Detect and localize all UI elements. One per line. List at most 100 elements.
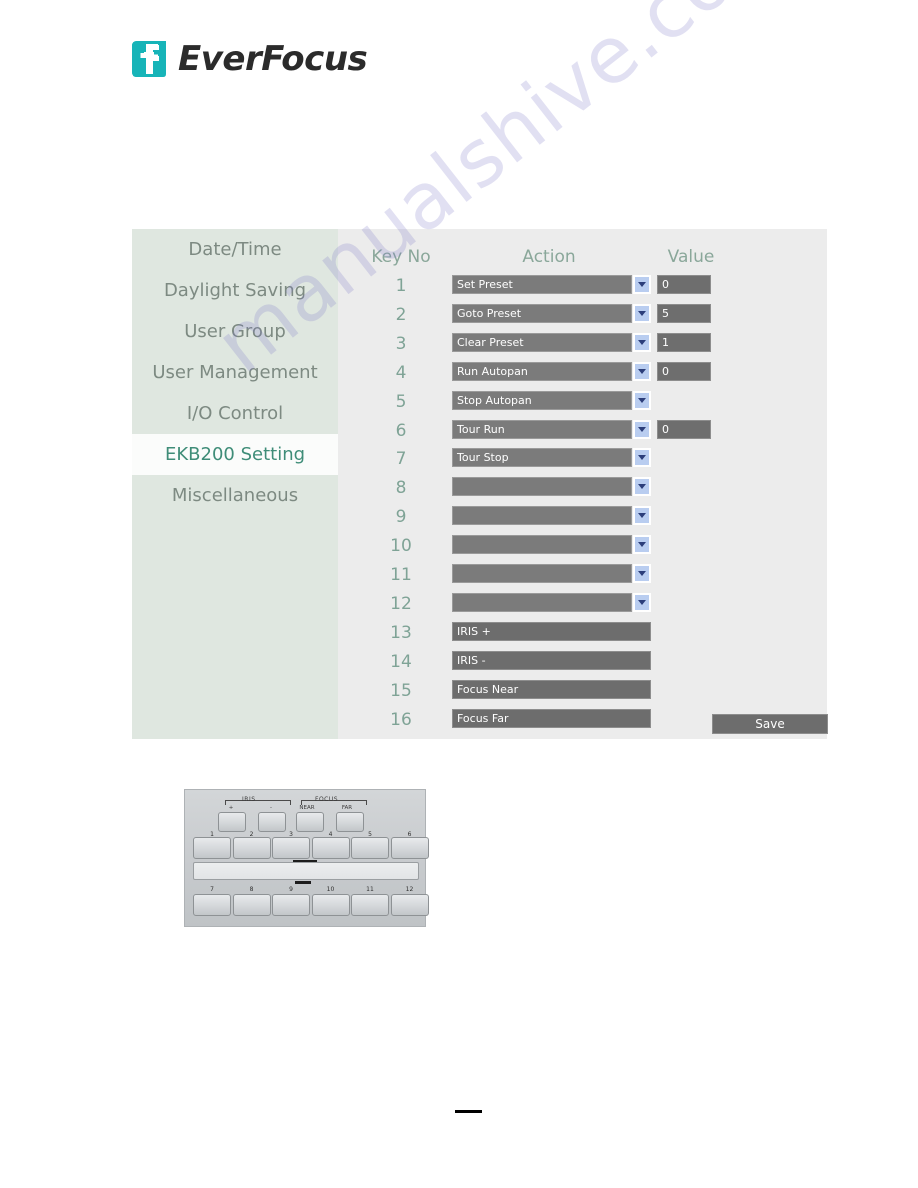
sidebar-item-date-time[interactable]: Date/Time	[132, 229, 338, 270]
action-select[interactable]	[452, 477, 632, 497]
table-row: 4 Run Autopan 0	[338, 361, 827, 391]
keypad-key-button[interactable]	[272, 837, 310, 859]
action-fixed-field: Focus Near	[452, 679, 651, 699]
key-number: 11	[390, 565, 412, 585]
key-number: 15	[390, 680, 412, 701]
everfocus-logo-icon	[128, 38, 170, 80]
keypad-key-label: 7	[210, 886, 214, 893]
action-select[interactable]	[452, 564, 632, 583]
sidebar-item-io-control[interactable]: I/O Control	[132, 393, 338, 434]
key-number: 9	[395, 507, 407, 528]
key-number: 1	[395, 276, 407, 296]
key-number: 12	[390, 593, 412, 614]
chevron-down-icon[interactable]	[633, 332, 651, 352]
key-number: 16	[390, 709, 412, 730]
action-select[interactable]: Set Preset	[452, 275, 632, 294]
keypad-joystick-bar[interactable]	[193, 862, 419, 880]
table-row: 5 Stop Autopan	[338, 390, 827, 420]
chevron-down-icon[interactable]	[633, 564, 651, 583]
table-row: 12	[338, 592, 827, 622]
keypad-key-label: 9	[289, 886, 293, 893]
keypad-key-label: 11	[366, 886, 374, 893]
keypad-key-button[interactable]	[232, 837, 271, 859]
brand-name: EverFocus	[178, 39, 368, 79]
sidebar-item-ekb200-setting[interactable]: EKB200 Setting	[132, 434, 338, 475]
table-row: 13 IRIS +	[338, 621, 827, 651]
chevron-down-icon[interactable]	[633, 275, 651, 294]
everfocus-logo: EverFocus	[128, 38, 368, 80]
keypad-key-button[interactable]	[193, 894, 231, 916]
focus-far-button[interactable]	[336, 812, 364, 832]
keypad-key-label: 8	[249, 886, 254, 893]
column-header-value: Value	[667, 247, 715, 267]
key-number: 2	[395, 304, 407, 325]
value-input[interactable]: 0	[657, 419, 711, 439]
chevron-down-icon[interactable]	[633, 592, 651, 612]
key-number: 13	[390, 622, 412, 643]
chevron-down-icon[interactable]	[633, 303, 651, 323]
keypad-key-label: 12	[405, 886, 414, 893]
chevron-down-icon[interactable]	[633, 477, 651, 497]
chevron-down-icon[interactable]	[633, 361, 651, 381]
iris-plus-button[interactable]	[218, 812, 246, 832]
ekb200-settings-panel: Date/Time Daylight Saving User Group Use…	[132, 229, 828, 739]
footer-rule	[455, 1110, 482, 1113]
focus-near-button[interactable]	[296, 812, 324, 832]
chevron-down-icon[interactable]	[633, 448, 651, 468]
value-input[interactable]: 0	[657, 275, 711, 294]
action-select[interactable]: Clear Preset	[452, 332, 632, 352]
action-select[interactable]	[452, 535, 632, 555]
action-select[interactable]: Goto Preset	[452, 303, 632, 323]
action-fixed-field: IRIS +	[452, 621, 651, 641]
column-header-key-no: Key No	[371, 247, 431, 267]
value-input[interactable]: 5	[657, 303, 711, 323]
chevron-down-icon[interactable]	[633, 506, 651, 526]
chevron-down-icon[interactable]	[633, 535, 651, 555]
action-select[interactable]	[452, 506, 632, 526]
sidebar-item-daylight-saving[interactable]: Daylight Saving	[132, 270, 338, 311]
keypad-bar-notch-bottom	[295, 881, 311, 884]
action-fixed-field: IRIS -	[452, 650, 651, 670]
iris-minus-label: -	[270, 805, 272, 811]
keypad-key-button[interactable]	[390, 837, 429, 859]
action-select[interactable]	[452, 592, 632, 612]
save-button[interactable]: Save	[712, 714, 828, 734]
chevron-down-icon[interactable]	[633, 390, 651, 410]
iris-minus-button[interactable]	[258, 812, 286, 832]
key-number: 7	[395, 449, 407, 470]
table-row: 3 Clear Preset 1	[338, 332, 827, 362]
keypad-key-button[interactable]	[311, 894, 350, 916]
keypad-key-button[interactable]	[193, 837, 231, 859]
table-row: 15 Focus Near	[338, 679, 827, 709]
ekb200-keypad-photo: IRIS + - FOCUS NEAR FAR 123456 7 8 9 10 11 12	[184, 789, 429, 927]
action-select[interactable]: Stop Autopan	[452, 390, 632, 410]
key-number: 4	[395, 362, 407, 383]
table-row: 11	[338, 564, 827, 593]
iris-plus-label: +	[228, 805, 234, 811]
column-header-action: Action	[522, 247, 576, 267]
iris-group-label: IRIS	[242, 796, 256, 803]
table-row: 2 Goto Preset 5	[338, 303, 827, 333]
keypad-key-button[interactable]	[351, 894, 389, 916]
focus-near-label: NEAR	[299, 805, 315, 811]
key-number: 5	[395, 391, 407, 412]
sidebar-item-miscellaneous[interactable]: Miscellaneous	[132, 475, 338, 516]
sidebar-item-user-group[interactable]: User Group	[132, 311, 338, 352]
keypad-key-button[interactable]	[390, 894, 429, 916]
keypad-key-button[interactable]	[272, 894, 310, 916]
value-input[interactable]: 1	[657, 332, 711, 352]
keypad-key-button[interactable]	[311, 837, 350, 859]
keypad-key-button[interactable]	[351, 837, 389, 859]
key-number: 14	[390, 651, 412, 672]
sidebar-item-user-management[interactable]: User Management	[132, 352, 338, 393]
action-select[interactable]: Run Autopan	[452, 361, 632, 381]
value-input[interactable]: 0	[657, 361, 711, 381]
keypad-key-button[interactable]	[232, 894, 271, 916]
table-row: 14 IRIS -	[338, 650, 827, 680]
key-number: 6	[395, 420, 407, 441]
ekb200-key-table: Key No Action Value 1 Set Preset 0 2 Goto Pr…	[338, 229, 828, 739]
chevron-down-icon[interactable]	[633, 419, 651, 439]
action-fixed-field: Focus Far	[452, 708, 651, 728]
action-select[interactable]: Tour Run	[452, 419, 632, 439]
action-select[interactable]: Tour Stop	[452, 448, 632, 468]
